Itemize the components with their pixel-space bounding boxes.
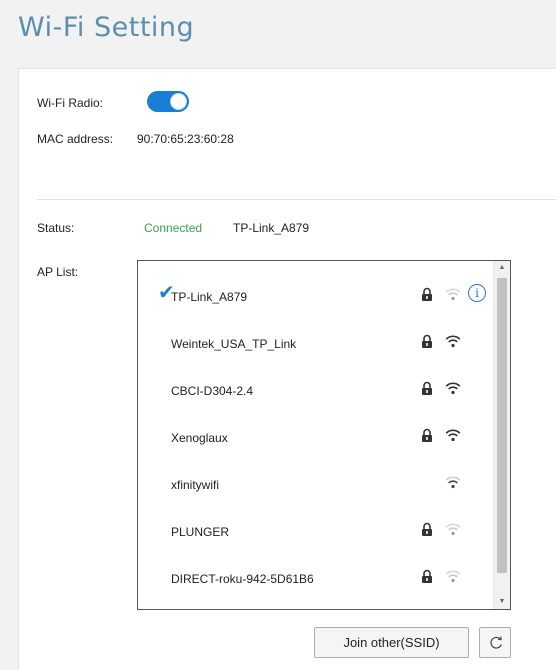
ap-name: Xenoglaux <box>171 431 228 445</box>
scroll-up-arrow-icon[interactable]: ▲ <box>494 261 510 275</box>
ap-list-item[interactable]: Weintek_USA_TP_Link <box>138 320 493 366</box>
ap-list-scrollbar[interactable]: ▲ ▼ <box>493 261 510 609</box>
ap-name: Weintek_USA_TP_Link <box>171 337 297 351</box>
scroll-thumb[interactable] <box>497 278 507 573</box>
ap-list-item[interactable]: CBCI-D304-2.4 <box>138 367 493 413</box>
wifi-signal-icon <box>445 476 461 489</box>
ap-name: CBCI-D304-2.4 <box>171 384 254 398</box>
wifi-settings-panel: Wi-Fi Radio: MAC address: 90:70:65:23:60… <box>18 68 556 670</box>
ap-list-box[interactable]: ✔ TP-Link_A879 i Weintek_USA_TP_Link CBCI-D3… <box>137 260 511 610</box>
ap-name: DIRECT-roku-942-5D61B6 <box>171 572 314 586</box>
ap-list-item[interactable]: DIRECT-roku-942-5D61B6 <box>138 555 493 601</box>
ap-list-item[interactable]: xfinitywifi <box>138 461 493 507</box>
lock-icon <box>422 287 432 301</box>
ap-name: TP-Link_A879 <box>171 290 248 304</box>
ap-list-item[interactable]: DIRECT-D1-HP M477 Laserjet <box>138 602 493 609</box>
lock-icon <box>422 381 432 395</box>
ap-list-label: AP List: <box>37 265 79 279</box>
ap-name: xfinitywifi <box>171 478 220 492</box>
ap-list-item[interactable]: Xenoglaux <box>138 414 493 460</box>
status-state: Connected <box>144 221 203 235</box>
wifi-radio-toggle[interactable] <box>147 91 189 112</box>
info-icon[interactable]: i <box>468 284 486 302</box>
scroll-down-arrow-icon[interactable]: ▼ <box>494 595 510 609</box>
wifi-signal-icon <box>445 523 461 536</box>
status-ssid: TP-Link_A879 <box>233 221 310 235</box>
mac-address-label: MAC address: <box>37 132 114 146</box>
wifi-signal-icon <box>445 570 461 583</box>
mac-address-value: 90:70:65:23:60:28 <box>137 132 234 146</box>
page-title: Wi-Fi Setting <box>18 12 195 43</box>
refresh-icon <box>490 636 502 649</box>
status-label: Status: <box>37 221 75 235</box>
lock-icon <box>422 522 432 536</box>
ap-name: PLUNGER <box>171 525 230 539</box>
toggle-knob <box>170 93 187 110</box>
lock-icon <box>422 569 432 583</box>
join-other-ssid-button[interactable]: Join other(SSID) <box>314 627 469 658</box>
wifi-radio-label: Wi-Fi Radio: <box>37 96 104 110</box>
refresh-button[interactable] <box>479 627 511 658</box>
wifi-signal-icon <box>445 288 461 301</box>
lock-icon <box>422 334 432 348</box>
section-divider <box>37 199 556 200</box>
ap-list-item[interactable]: ✔ TP-Link_A879 i <box>138 273 493 319</box>
wifi-signal-icon <box>445 335 461 348</box>
wifi-signal-icon <box>445 429 461 442</box>
lock-icon <box>422 428 432 442</box>
ap-list-item[interactable]: PLUNGER <box>138 508 493 554</box>
wifi-signal-icon <box>445 382 461 395</box>
